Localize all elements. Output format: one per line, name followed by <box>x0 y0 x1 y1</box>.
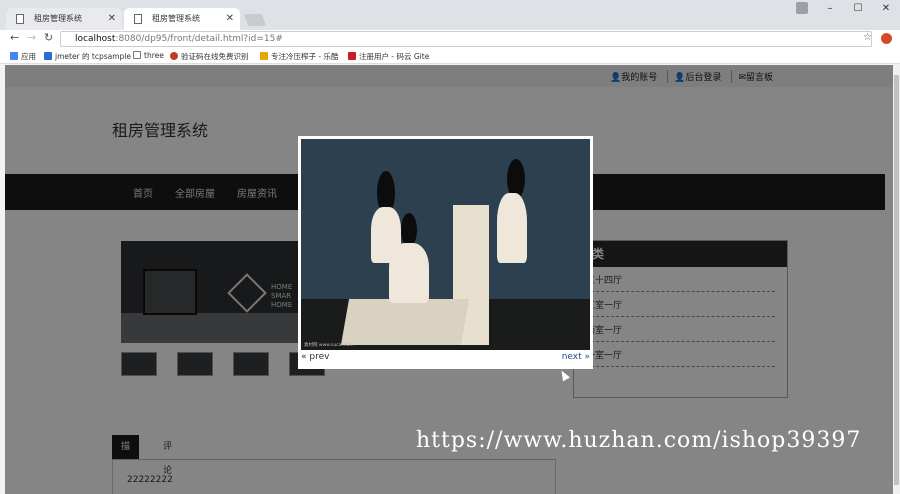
bookmark-label: jmeter 的 tcpsample <box>55 52 132 61</box>
watermark-text: https://www.huzhan.com/ishop39397 <box>416 428 862 453</box>
page-icon <box>134 14 142 24</box>
bookmark-label: 注册用户 - 码云 Gite <box>359 52 430 61</box>
bookmark-label: 验证码在线免费识别 <box>181 52 249 61</box>
extension-icon[interactable] <box>881 33 892 44</box>
address-path: :8080/dp95/front/detail.html?id=15# <box>115 34 283 44</box>
new-tab-button[interactable] <box>243 14 267 26</box>
bookmark-label: 应用 <box>21 52 36 61</box>
photo-wall <box>301 139 590 299</box>
bookmarks-bar: 应用 jmeter 的 tcpsample three 验证码在线免费识别 专注… <box>0 48 900 64</box>
bookmark-star-icon[interactable]: ☆ <box>863 32 872 43</box>
bookmark-gitee[interactable]: 注册用户 - 码云 Gite <box>348 51 429 62</box>
reload-icon[interactable]: ↻ <box>44 31 53 44</box>
tab-2[interactable]: 租房管理系统 ✕ <box>124 8 240 30</box>
maximize-icon[interactable]: ☐ <box>844 0 872 20</box>
close-window-icon[interactable]: ✕ <box>872 0 900 20</box>
bookmark-apps[interactable]: 应用 <box>10 51 36 62</box>
bookmark-three[interactable]: three <box>133 51 164 60</box>
address-bar[interactable]: localhost:8080/dp95/front/detail.html?id… <box>60 31 872 47</box>
close-icon[interactable]: ✕ <box>108 8 116 30</box>
tab-1-label: 租房管理系统 <box>34 14 82 23</box>
back-icon[interactable]: ← <box>10 31 19 44</box>
gitee-icon <box>348 52 356 60</box>
bookmark-label: 专注冷压榨子 - 乐酷 <box>271 52 339 61</box>
tab-1[interactable]: 租房管理系统 ✕ <box>6 8 122 30</box>
site-icon <box>170 52 178 60</box>
next-link[interactable]: next » <box>562 352 590 362</box>
browser-toolbar: ← → ↻ localhost:8080/dp95/front/detail.h… <box>0 30 900 48</box>
tab-strip: 租房管理系统 ✕ 租房管理系统 ✕ – ☐ ✕ <box>0 0 900 30</box>
profile-icon[interactable] <box>796 2 808 14</box>
photo-caption: 素材网 www.sucai.com <box>304 343 354 348</box>
page-icon <box>133 51 141 59</box>
mannequin-hair <box>401 213 417 247</box>
bookmark-captcha[interactable]: 验证码在线免费识别 <box>170 51 249 62</box>
bookmark-lekou[interactable]: 专注冷压榨子 - 乐酷 <box>260 51 338 62</box>
prev-link[interactable]: « prev <box>301 352 329 362</box>
lightbox: 素材网 www.sucai.com « prev next » <box>298 136 593 369</box>
photo-bench <box>340 299 470 345</box>
bookmark-label: three <box>144 51 164 60</box>
apps-icon <box>10 52 18 60</box>
close-icon[interactable]: ✕ <box>226 8 234 30</box>
mannequin-body <box>389 243 429 303</box>
address-host: localhost <box>75 34 116 44</box>
page-icon <box>16 14 24 24</box>
bookmark-jmeter[interactable]: jmeter 的 tcpsample <box>44 51 131 62</box>
minimize-icon[interactable]: – <box>816 0 844 20</box>
browser-window: 租房管理系统 ✕ 租房管理系统 ✕ – ☐ ✕ ← → ↻ localhost:… <box>0 0 900 494</box>
lightbox-photo[interactable]: 素材网 www.sucai.com <box>301 139 590 350</box>
shield-icon <box>44 52 52 60</box>
thumb-icon <box>260 52 268 60</box>
scrollbar-thumb[interactable] <box>894 75 899 485</box>
window-controls: – ☐ ✕ <box>816 0 900 20</box>
tab-2-label: 租房管理系统 <box>152 14 200 23</box>
scrollbar[interactable] <box>893 65 900 494</box>
mannequin-body <box>497 193 527 263</box>
forward-icon[interactable]: → <box>27 31 36 44</box>
